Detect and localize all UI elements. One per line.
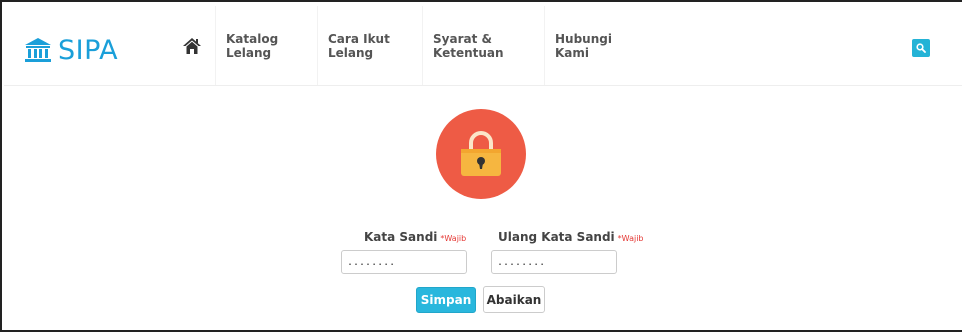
nav-item-hubungi-kami[interactable]: Hubungi Kami bbox=[545, 6, 641, 85]
nav-item-label: Hubungi Kami bbox=[555, 31, 612, 60]
password-field[interactable] bbox=[341, 250, 467, 274]
required-marker: *Wajib bbox=[440, 234, 467, 243]
nav-item-label: Cara Ikut Lelang bbox=[328, 31, 390, 60]
required-marker: *Wajib bbox=[617, 234, 644, 243]
brand-logo[interactable]: SIPA bbox=[24, 32, 118, 68]
password-label: Kata Sandi *Wajib bbox=[364, 230, 466, 244]
cancel-button-label: Abaikan bbox=[486, 292, 542, 307]
page-frame: SIPA Katalog Lelang Cara Ikut Lelang Sya… bbox=[0, 0, 962, 332]
nav-item-cara-ikut-lelang[interactable]: Cara Ikut Lelang bbox=[318, 6, 423, 85]
lock-badge bbox=[436, 109, 526, 199]
home-icon bbox=[182, 37, 201, 54]
nav-item-label: Syarat & Ketentuan bbox=[433, 31, 504, 60]
nav-item-label: Katalog Lelang bbox=[226, 31, 279, 60]
brand-name: SIPA bbox=[58, 34, 119, 66]
search-button[interactable] bbox=[912, 39, 930, 57]
confirm-password-label-text: Ulang Kata Sandi bbox=[498, 230, 615, 244]
nav-item-syarat-ketentuan[interactable]: Syarat & Ketentuan bbox=[423, 6, 545, 85]
bank-icon bbox=[25, 38, 51, 62]
search-icon bbox=[916, 43, 926, 53]
confirm-password-field[interactable] bbox=[491, 250, 617, 274]
save-button-label: Simpan bbox=[420, 293, 472, 307]
save-button[interactable]: Simpan bbox=[416, 287, 476, 313]
password-label-text: Kata Sandi bbox=[364, 230, 438, 244]
nav-item-katalog-lelang[interactable]: Katalog Lelang bbox=[216, 6, 318, 85]
top-navbar: SIPA Katalog Lelang Cara Ikut Lelang Sya… bbox=[4, 4, 962, 86]
confirm-password-label: Ulang Kata Sandi *Wajib bbox=[498, 230, 644, 244]
nav-home[interactable] bbox=[168, 6, 216, 85]
padlock-icon bbox=[461, 131, 501, 176]
cancel-button[interactable]: Abaikan bbox=[483, 286, 545, 313]
